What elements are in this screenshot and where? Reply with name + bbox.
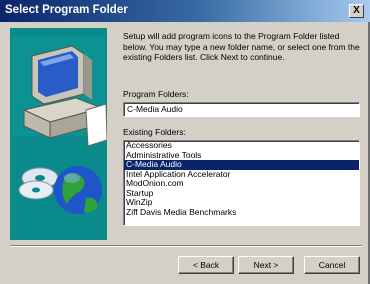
title-bar[interactable]: Select Program Folder X	[0, 0, 370, 22]
existing-folders-list[interactable]: Accessories Administrative Tools C-Media…	[123, 140, 360, 226]
close-button[interactable]: X	[349, 4, 364, 18]
next-button[interactable]: Next >	[238, 256, 294, 274]
window-title: Select Program Folder	[5, 4, 128, 16]
list-item[interactable]: Ziff Davis Media Benchmarks	[124, 207, 359, 218]
list-item[interactable]: ModOnion.com	[124, 178, 359, 189]
instructions-text: Setup will add program icons to the Prog…	[123, 31, 360, 62]
back-button[interactable]: < Back	[178, 256, 234, 274]
program-folder-input[interactable]: C-Media Audio	[123, 102, 360, 117]
program-folders-label: Program Folders:	[123, 89, 189, 99]
setup-illustration	[10, 28, 107, 240]
separator	[10, 245, 362, 247]
globe-icon	[54, 166, 102, 214]
select-program-folder-dialog: Select Program Folder X Setup will add p…	[0, 0, 370, 284]
list-item[interactable]: Startup	[124, 188, 359, 199]
existing-folders-label: Existing Folders:	[123, 127, 186, 137]
cancel-button[interactable]: Cancel	[304, 256, 360, 274]
close-icon: X	[353, 5, 360, 16]
